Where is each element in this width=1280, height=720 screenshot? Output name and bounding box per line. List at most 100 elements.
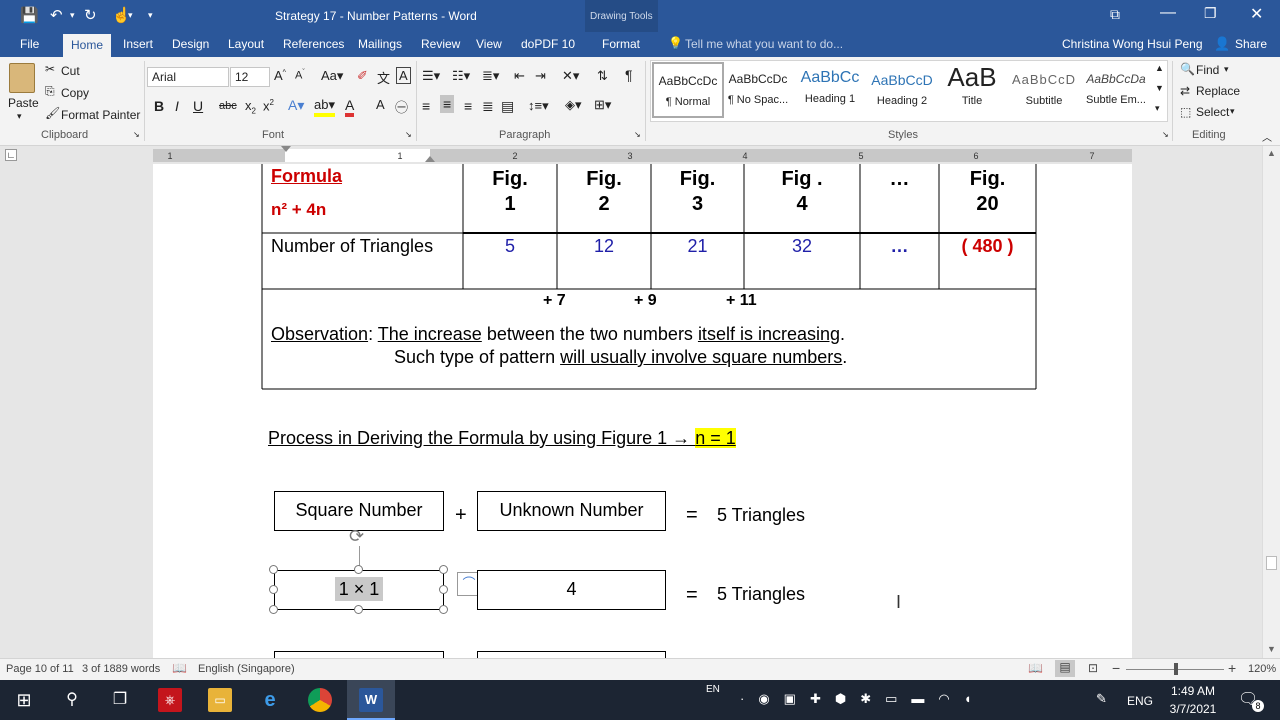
search-icon[interactable]: ⚲ bbox=[60, 688, 84, 712]
minimize-button[interactable]: — bbox=[1160, 4, 1176, 22]
cut-icon[interactable]: ✂ bbox=[45, 62, 55, 76]
copy-button[interactable]: Copy bbox=[61, 86, 89, 100]
print-layout-icon[interactable]: ▤ bbox=[1055, 660, 1075, 677]
share-icon[interactable]: 👤 bbox=[1214, 36, 1230, 52]
scroll-thumb[interactable] bbox=[1266, 556, 1277, 570]
undo-dropdown-icon[interactable]: ▾ bbox=[70, 10, 75, 21]
highlight-icon[interactable]: ab▾ bbox=[314, 97, 335, 117]
tab-view[interactable]: View bbox=[476, 37, 502, 51]
user-name[interactable]: Christina Wong Hsui Peng bbox=[1062, 37, 1203, 51]
windows-start-icon[interactable]: ⊞ bbox=[12, 688, 36, 712]
undo-icon[interactable]: ↶ bbox=[50, 6, 63, 24]
paste-dropdown-icon[interactable]: ▾ bbox=[17, 111, 22, 122]
tab-review[interactable]: Review bbox=[421, 37, 460, 51]
tab-home[interactable]: Home bbox=[63, 34, 112, 57]
justify-icon[interactable]: ≣ bbox=[482, 98, 494, 115]
right-indent-marker[interactable] bbox=[425, 156, 435, 162]
bullets-icon[interactable]: ☰▾ bbox=[422, 68, 440, 84]
replace-icon[interactable]: ⇄ bbox=[1180, 84, 1190, 98]
font-color-icon[interactable]: A bbox=[345, 97, 355, 117]
rotate-handle-icon[interactable]: ⟳ bbox=[349, 526, 364, 547]
clock-date[interactable]: 3/7/2021 bbox=[1164, 702, 1222, 716]
character-border-icon[interactable]: A bbox=[396, 67, 411, 84]
shrink-font-icon[interactable]: Aˇ bbox=[295, 69, 305, 82]
share-button[interactable]: Share bbox=[1235, 37, 1267, 51]
read-mode-icon[interactable]: 📖 bbox=[1028, 661, 1043, 675]
internet-explorer-icon[interactable]: e bbox=[258, 688, 282, 712]
find-icon[interactable]: 🔍 bbox=[1180, 62, 1195, 76]
grow-font-icon[interactable]: A^ bbox=[274, 68, 286, 83]
word-count[interactable]: 3 of 1889 words bbox=[82, 663, 160, 675]
sort-icon[interactable]: ⇅ bbox=[597, 68, 608, 84]
zoom-slider-thumb[interactable] bbox=[1174, 663, 1178, 675]
scroll-down-icon[interactable]: ▼ bbox=[1267, 644, 1276, 654]
zoom-level[interactable]: 120% bbox=[1248, 663, 1276, 675]
close-button[interactable]: ✕ bbox=[1250, 4, 1263, 24]
unknown-number-box[interactable]: Unknown Number bbox=[477, 491, 666, 531]
tab-references[interactable]: References bbox=[283, 37, 344, 51]
italic-icon[interactable]: I bbox=[175, 98, 179, 114]
customize-qat-icon[interactable]: ▾ bbox=[148, 10, 153, 21]
file-explorer-icon[interactable]: ▭ bbox=[208, 688, 232, 712]
bold-icon[interactable]: B bbox=[154, 98, 164, 114]
enclose-characters-icon[interactable]: ㊀ bbox=[395, 97, 408, 116]
subscript-icon[interactable]: x2 bbox=[245, 98, 256, 116]
styles-more-icon[interactable]: ▾ bbox=[1155, 103, 1160, 114]
superscript-icon[interactable]: x2 bbox=[263, 98, 274, 113]
style-subtitle[interactable]: AaBbCcD Subtitle bbox=[1008, 62, 1080, 118]
font-launcher-icon[interactable]: ↘ bbox=[405, 130, 412, 139]
zoom-out-button[interactable]: − bbox=[1112, 660, 1120, 676]
style-title[interactable]: AaB Title bbox=[936, 62, 1008, 118]
decrease-indent-icon[interactable]: ⇤ bbox=[514, 68, 525, 84]
keyboard-language[interactable]: ENG bbox=[1127, 694, 1153, 708]
styles-scroll-up-icon[interactable]: ▲ bbox=[1155, 63, 1164, 73]
format-painter-button[interactable]: Format Painter bbox=[61, 108, 140, 122]
style-no-spacing[interactable]: AaBbCcDc ¶ No Spac... bbox=[722, 62, 794, 118]
word-icon[interactable]: W bbox=[359, 688, 383, 712]
style-heading-2[interactable]: AaBbCcD Heading 2 bbox=[866, 62, 938, 118]
font-size-combo[interactable]: 12 bbox=[230, 67, 270, 87]
strikethrough-icon[interactable]: abc bbox=[219, 100, 237, 112]
select-button[interactable]: Select bbox=[1196, 105, 1229, 119]
ribbon-display-options-icon[interactable]: ⧉ bbox=[1110, 6, 1120, 23]
paste-icon[interactable] bbox=[9, 63, 35, 93]
align-center-icon[interactable]: ≡ bbox=[440, 95, 455, 113]
format-painter-icon[interactable]: 🖌 bbox=[45, 106, 60, 120]
redo-icon[interactable]: ↻ bbox=[84, 6, 97, 24]
styles-launcher-icon[interactable]: ↘ bbox=[1162, 130, 1169, 139]
clear-formatting-icon[interactable]: ✐ bbox=[357, 68, 368, 84]
distributed-icon[interactable]: ▤ bbox=[501, 98, 514, 115]
copy-icon[interactable]: ⎘ bbox=[45, 84, 55, 99]
first-line-indent-marker[interactable] bbox=[281, 146, 291, 152]
styles-scroll-down-icon[interactable]: ▼ bbox=[1155, 83, 1164, 93]
shading-icon[interactable]: A bbox=[376, 97, 385, 112]
underline-icon[interactable]: U bbox=[193, 98, 203, 114]
align-left-icon[interactable]: ≡ bbox=[422, 98, 430, 114]
language-indicator[interactable]: English (Singapore) bbox=[198, 663, 295, 675]
clipboard-launcher-icon[interactable]: ↘ bbox=[133, 130, 140, 139]
paragraph-shading-icon[interactable]: ◈▾ bbox=[565, 97, 582, 113]
tab-format[interactable]: Format bbox=[602, 37, 640, 51]
square-number-box[interactable]: Square Number bbox=[274, 491, 444, 531]
selection-handles[interactable] bbox=[269, 565, 448, 614]
proofing-icon[interactable]: 📖 bbox=[172, 661, 187, 675]
paragraph-launcher-icon[interactable]: ↘ bbox=[634, 130, 641, 139]
find-button[interactable]: Find bbox=[1196, 63, 1219, 77]
unknown-value-box[interactable]: 4 bbox=[477, 570, 666, 610]
paste-button[interactable]: Paste bbox=[8, 96, 39, 110]
clock-time[interactable]: 1:49 AM bbox=[1170, 684, 1216, 698]
find-dropdown-icon[interactable]: ▾ bbox=[1224, 64, 1229, 75]
tab-selector[interactable]: ∟ bbox=[5, 149, 17, 161]
style-subtle-emphasis[interactable]: AaBbCcDa Subtle Em... bbox=[1080, 62, 1152, 118]
style-normal[interactable]: AaBbCcDc ¶ Normal bbox=[652, 62, 724, 118]
change-case-icon[interactable]: Aa▾ bbox=[321, 68, 343, 84]
tab-design[interactable]: Design bbox=[172, 37, 209, 51]
collapse-ribbon-icon[interactable]: ︿ bbox=[1262, 129, 1272, 144]
acrobat-icon[interactable]: ⎈ bbox=[158, 688, 182, 712]
vertical-scrollbar[interactable]: ▲ ▼ bbox=[1262, 146, 1280, 658]
tell-me-box[interactable]: Tell me what you want to do... bbox=[685, 37, 843, 51]
horizontal-ruler[interactable]: 1 1 2 3 4 5 6 7 bbox=[153, 146, 1132, 162]
select-dropdown-icon[interactable]: ▾ bbox=[1230, 106, 1235, 117]
tab-layout[interactable]: Layout bbox=[228, 37, 264, 51]
font-name-combo[interactable]: Arial bbox=[147, 67, 229, 87]
